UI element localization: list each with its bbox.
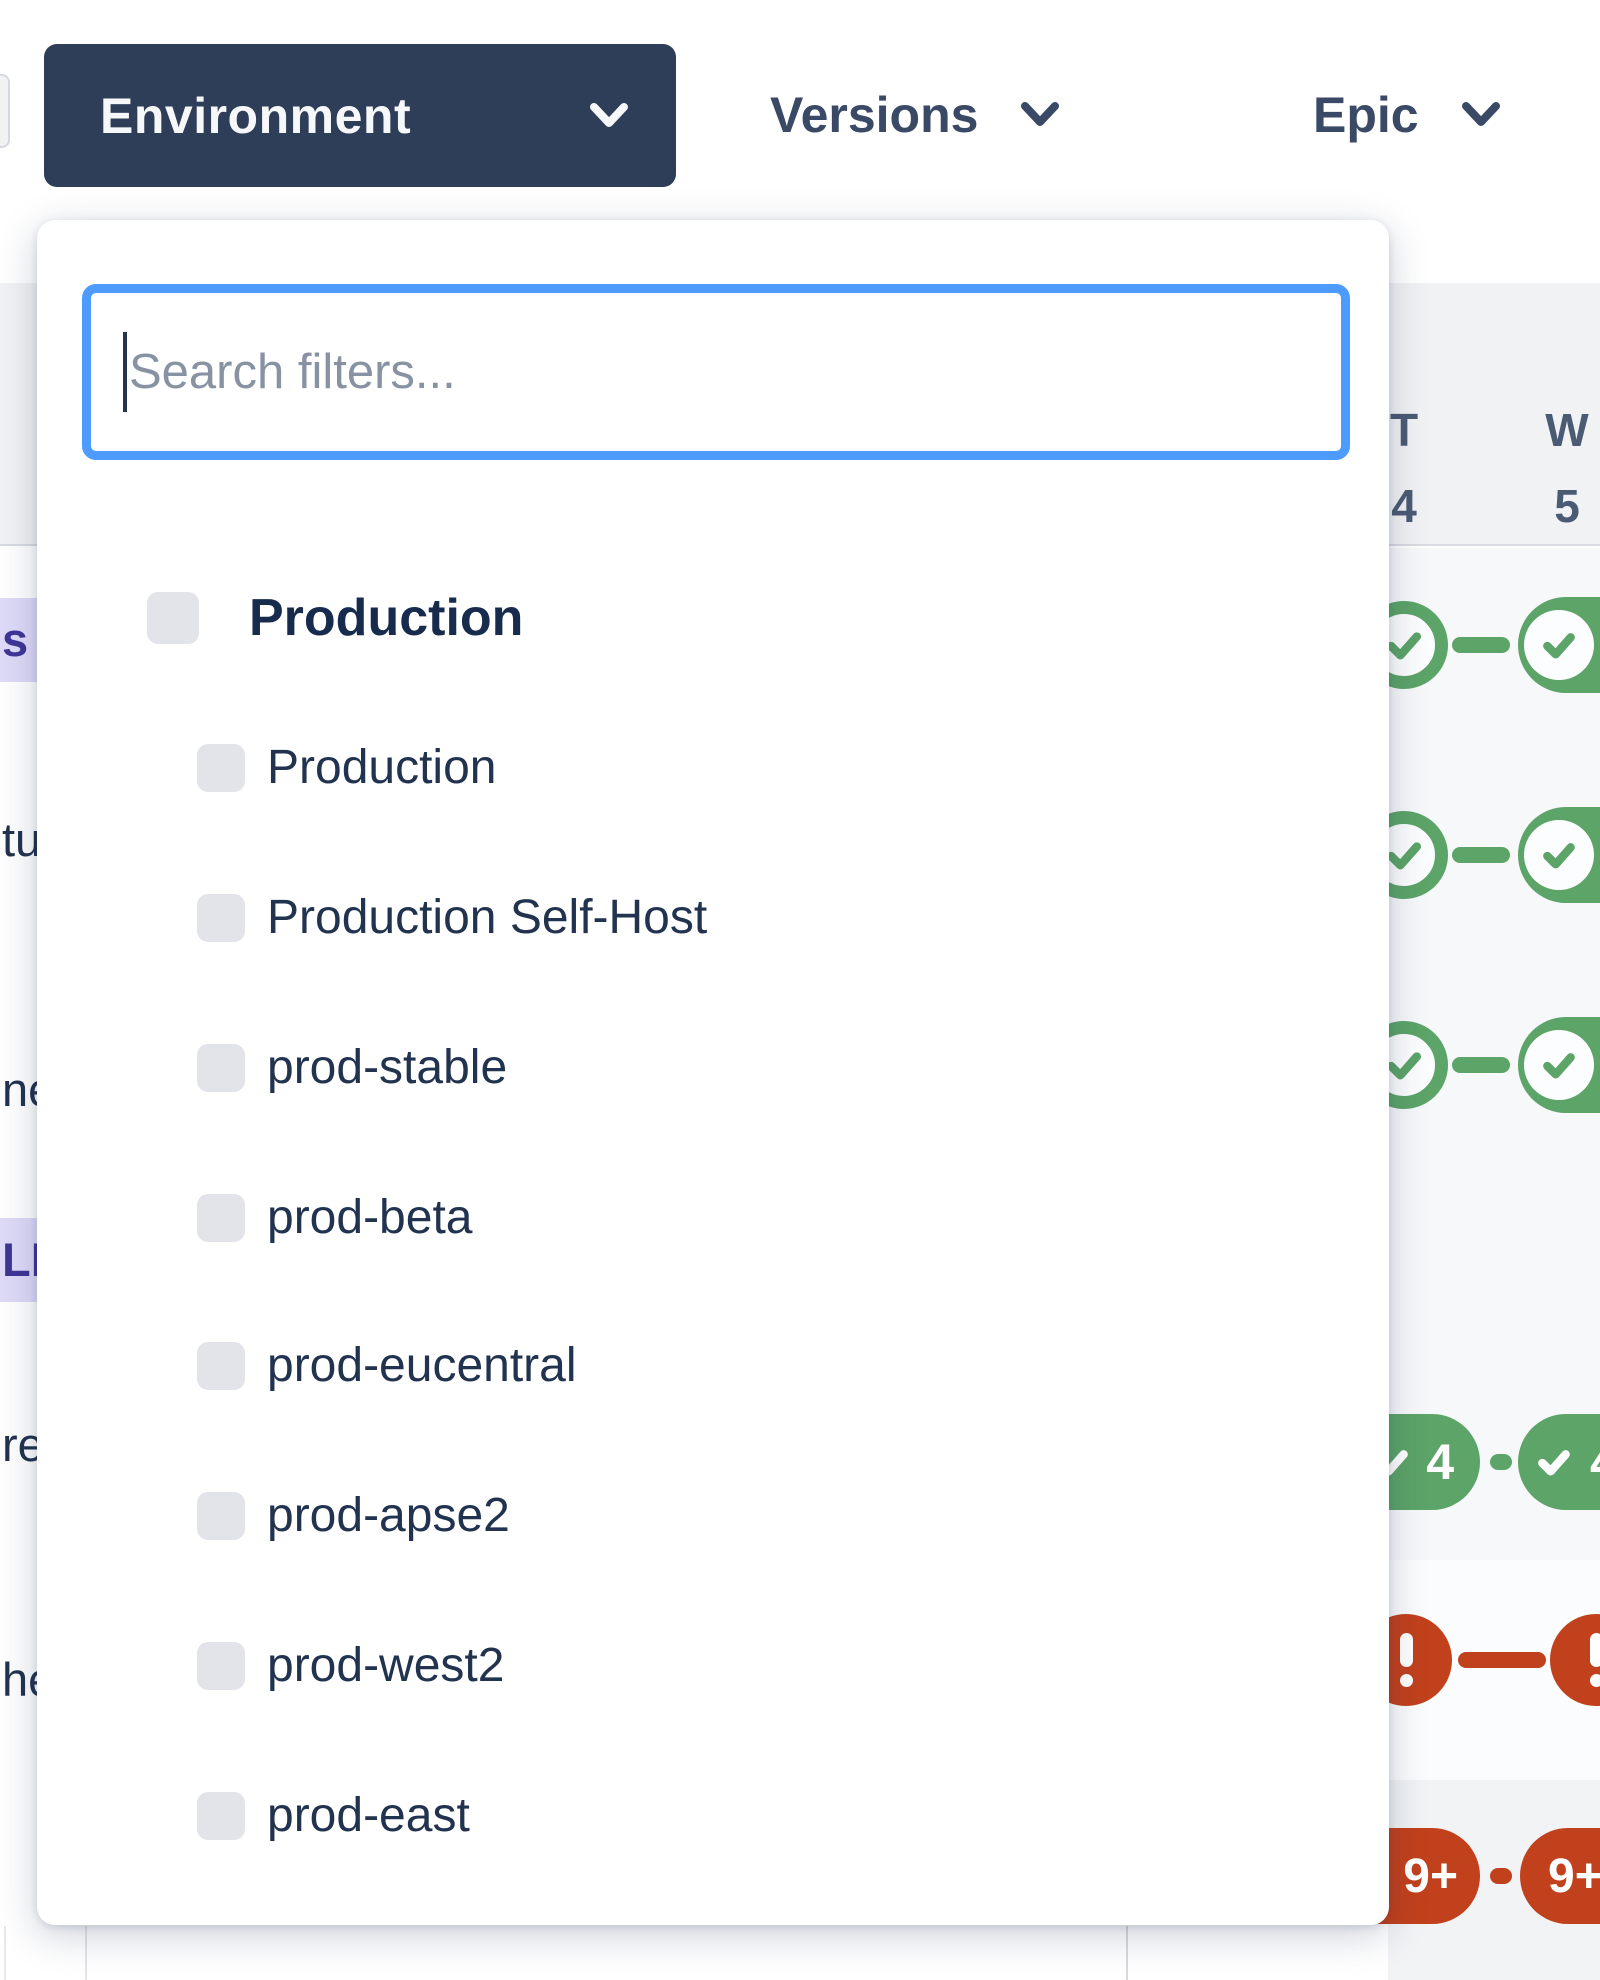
option-label: prod-eucentral	[267, 1342, 577, 1390]
checkbox[interactable]	[147, 592, 199, 644]
table-column-border	[85, 1926, 87, 1980]
day-column-header: W 5	[1522, 392, 1600, 544]
dependency-line	[1458, 1652, 1546, 1668]
done-count: 4	[1426, 1433, 1454, 1491]
search-filters-field[interactable]: Search filters...	[82, 284, 1350, 460]
chevron-down-icon	[1018, 100, 1062, 130]
search-placeholder: Search filters...	[129, 344, 456, 400]
table-column-border	[1126, 1926, 1128, 1980]
check-circle-icon	[1524, 820, 1594, 890]
environment-option[interactable]: prod-eucentral	[37, 1311, 1389, 1421]
option-label: prod-west2	[267, 1642, 504, 1690]
overdue-count: 9+	[1403, 1849, 1458, 1904]
table-edge-border	[4, 1926, 6, 1980]
option-label: prod-apse2	[267, 1492, 510, 1540]
environment-option[interactable]: prod-east	[37, 1761, 1389, 1871]
clipped-filter-button[interactable]	[0, 74, 10, 148]
environment-filter-button[interactable]: Environment	[44, 44, 676, 187]
checkbox[interactable]	[197, 1492, 245, 1540]
environment-button-label: Environment	[100, 87, 411, 145]
dependency-line	[1452, 847, 1510, 863]
environment-filter-dropdown: Search filters... Production Production …	[37, 220, 1389, 1925]
environment-option[interactable]: prod-beta	[37, 1163, 1389, 1273]
checkbox[interactable]	[197, 1194, 245, 1242]
option-label: prod-east	[267, 1792, 470, 1840]
environment-option[interactable]: Production Self-Host	[37, 863, 1389, 973]
check-circle-icon	[1524, 1030, 1594, 1100]
filter-menu-versions[interactable]: Versions	[770, 60, 1062, 170]
dependency-line	[1490, 1454, 1512, 1470]
checkbox[interactable]	[197, 1342, 245, 1390]
checkbox[interactable]	[197, 894, 245, 942]
checkbox[interactable]	[197, 744, 245, 792]
menu-label: Versions	[770, 86, 978, 144]
dependency-line	[1452, 1057, 1510, 1073]
option-label: Production	[267, 744, 496, 792]
done-count: 4	[1590, 1433, 1600, 1491]
dependency-line	[1452, 637, 1510, 653]
check-circle-icon	[1524, 610, 1594, 680]
checkbox[interactable]	[197, 1792, 245, 1840]
overdue-count: 9+	[1548, 1849, 1600, 1904]
environment-option[interactable]: Production	[37, 713, 1389, 823]
option-label: Production	[249, 592, 523, 644]
menu-label: Epic	[1313, 86, 1419, 144]
checkbox[interactable]	[197, 1642, 245, 1690]
option-label: prod-stable	[267, 1044, 507, 1092]
environment-option[interactable]: prod-west2	[37, 1611, 1389, 1721]
text-cursor	[123, 332, 127, 412]
chevron-down-icon	[586, 100, 632, 132]
chevron-down-icon	[1459, 100, 1503, 130]
dependency-line	[1490, 1868, 1512, 1884]
option-label: prod-beta	[267, 1194, 472, 1242]
environment-option[interactable]: Production	[37, 563, 1389, 673]
timeline-filter-screen: T 4W 5 s -tuneLPrehe 449+9+ Search filte…	[0, 0, 1600, 1980]
checkbox[interactable]	[197, 1044, 245, 1092]
environment-option[interactable]: prod-stable	[37, 1013, 1389, 1123]
option-label: Production Self-Host	[267, 894, 707, 942]
filter-menu-epic[interactable]: Epic	[1313, 60, 1503, 170]
environment-option[interactable]: prod-apse2	[37, 1461, 1389, 1571]
